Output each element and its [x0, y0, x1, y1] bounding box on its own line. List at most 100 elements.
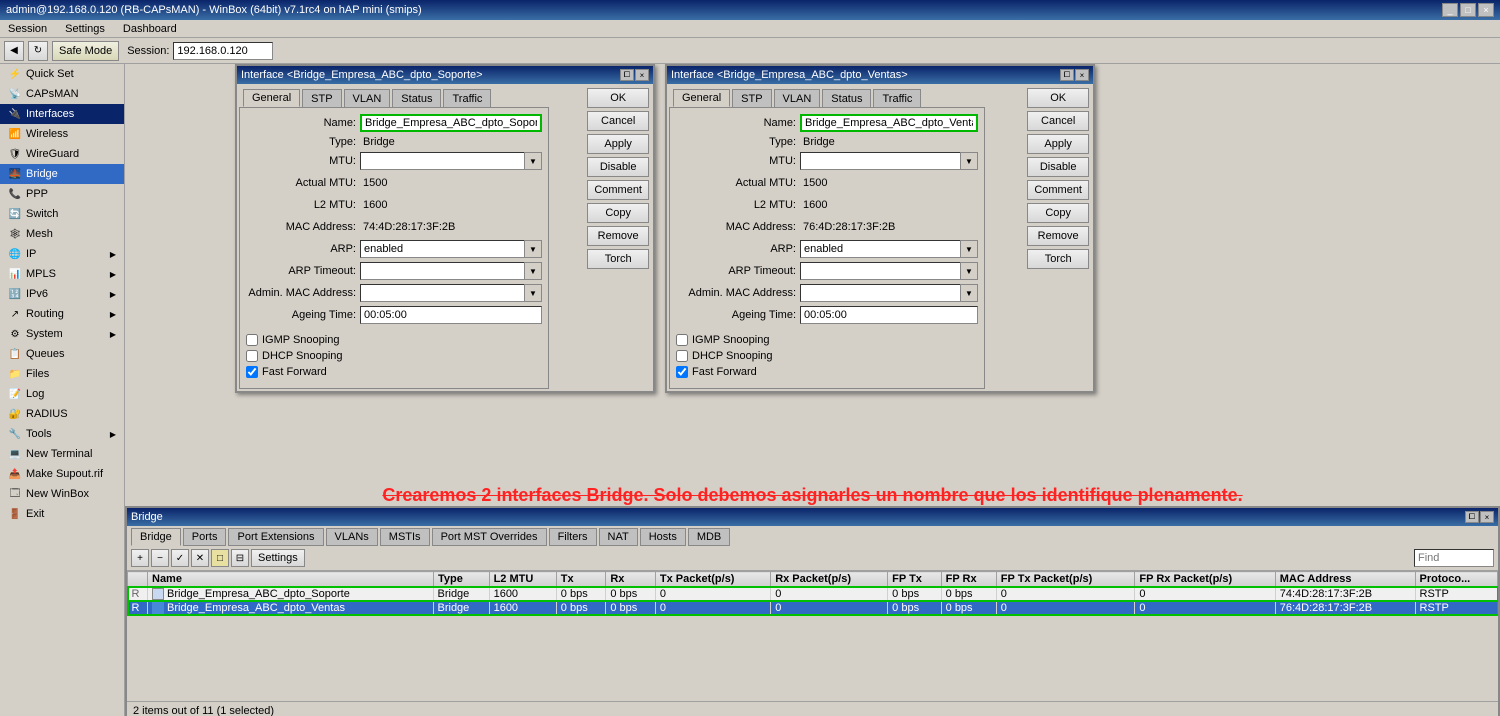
bridge-copy-button[interactable]: □ — [211, 549, 229, 567]
dialog1-dhcp-checkbox[interactable] — [246, 350, 258, 362]
sidebar-item-capsman[interactable]: 📡 CAPsMAN — [0, 84, 124, 104]
dialog1-disable-button[interactable]: Disable — [587, 157, 649, 177]
sidebar-item-ppp[interactable]: 📞 PPP — [0, 184, 124, 204]
dialog1-tab-vlan[interactable]: VLAN — [344, 89, 391, 107]
bridge-tab-bridge[interactable]: Bridge — [131, 528, 181, 546]
dialog2-disable-button[interactable]: Disable — [1027, 157, 1089, 177]
back-button[interactable]: ◀ — [4, 41, 24, 61]
sidebar-item-log[interactable]: 📝 Log — [0, 384, 124, 404]
dialog2-copy-button[interactable]: Copy — [1027, 203, 1089, 223]
sidebar-item-mesh[interactable]: 🕸 Mesh — [0, 224, 124, 244]
title-bar-buttons[interactable]: _ □ × — [1442, 3, 1494, 17]
dialog1-igmp-checkbox[interactable] — [246, 334, 258, 346]
dialog2-arp-input[interactable] — [800, 240, 978, 258]
dialog1-l2mtu-input[interactable] — [360, 196, 542, 214]
sidebar-item-radius[interactable]: 🔐 RADIUS — [0, 404, 124, 424]
bridge-close-button[interactable]: × — [1480, 511, 1494, 523]
bridge-filter-button[interactable]: ⊟ — [231, 549, 249, 567]
sidebar-item-ip[interactable]: 🌐 IP ▶ — [0, 244, 124, 264]
dialog1-comment-button[interactable]: Comment — [587, 180, 649, 200]
sidebar-item-ipv6[interactable]: 🔢 IPv6 ▶ — [0, 284, 124, 304]
bridge-add-button[interactable]: + — [131, 549, 149, 567]
bridge-restore-button[interactable]: ⧠ — [1465, 511, 1479, 523]
dialog1-ageing-input[interactable] — [360, 306, 542, 324]
dialog2-mtu-input[interactable] — [800, 152, 978, 170]
dialog1-adminmac-dropdown[interactable]: ▼ — [524, 284, 542, 302]
dialog1-actualmtu-input[interactable] — [360, 174, 542, 192]
menu-session[interactable]: Session — [4, 23, 51, 35]
dialog2-arptimeout-input[interactable] — [800, 262, 978, 280]
sidebar-item-routing[interactable]: ↗ Routing ▶ — [0, 304, 124, 324]
sidebar-item-system[interactable]: ⚙ System ▶ — [0, 324, 124, 344]
bridge-tab-ports[interactable]: Ports — [183, 528, 227, 546]
dialog2-adminmac-dropdown[interactable]: ▼ — [960, 284, 978, 302]
session-input[interactable] — [173, 42, 273, 60]
dialog2-torch-button[interactable]: Torch — [1027, 249, 1089, 269]
dialog2-restore-button[interactable]: ⧠ — [1060, 69, 1074, 81]
dialog1-arp-dropdown[interactable]: ▼ — [524, 240, 542, 258]
dialog2-tab-traffic[interactable]: Traffic — [873, 89, 921, 107]
maximize-button[interactable]: □ — [1460, 3, 1476, 17]
dialog2-ageing-input[interactable] — [800, 306, 978, 324]
bridge-tab-mdb[interactable]: MDB — [688, 528, 730, 546]
dialog2-actualmtu-input[interactable] — [800, 174, 978, 192]
dialog2-cancel-button[interactable]: Cancel — [1027, 111, 1089, 131]
dialog2-tab-stp[interactable]: STP — [732, 89, 771, 107]
dialog2-name-input[interactable] — [800, 114, 978, 132]
sidebar-item-newwinbox[interactable]: 🗔 New WinBox — [0, 484, 124, 504]
dialog2-title-buttons[interactable]: ⧠ × — [1060, 69, 1089, 81]
dialog2-mac-input[interactable] — [800, 218, 978, 236]
sidebar-item-interfaces[interactable]: 🔌 Interfaces — [0, 104, 124, 124]
dialog1-tab-status[interactable]: Status — [392, 89, 441, 107]
sidebar-item-bridge[interactable]: 🌉 Bridge — [0, 164, 124, 184]
dialog1-fastforward-checkbox[interactable] — [246, 366, 258, 378]
dialog1-adminmac-input[interactable] — [360, 284, 542, 302]
bridge-tab-vlans[interactable]: VLANs — [326, 528, 378, 546]
bridge-tab-hosts[interactable]: Hosts — [640, 528, 686, 546]
minimize-button[interactable]: _ — [1442, 3, 1458, 17]
dialog2-tab-status[interactable]: Status — [822, 89, 871, 107]
dialog2-dhcp-checkbox[interactable] — [676, 350, 688, 362]
dialog2-tab-vlan[interactable]: VLAN — [774, 89, 821, 107]
dialog1-arptimeout-dropdown[interactable]: ▼ — [524, 262, 542, 280]
sidebar-item-makesupout[interactable]: 📤 Make Supout.rif — [0, 464, 124, 484]
bridge-tab-portmstoverrides[interactable]: Port MST Overrides — [432, 528, 547, 546]
dialog2-remove-button[interactable]: Remove — [1027, 226, 1089, 246]
bridge-delete-button[interactable]: ✕ — [191, 549, 209, 567]
bridge-edit-button[interactable]: ✓ — [171, 549, 189, 567]
sidebar-item-mpls[interactable]: 📊 MPLS ▶ — [0, 264, 124, 284]
sidebar-item-exit[interactable]: 🚪 Exit — [0, 504, 124, 524]
sidebar-item-newterminal[interactable]: 💻 New Terminal — [0, 444, 124, 464]
bridge-tab-nat[interactable]: NAT — [599, 528, 638, 546]
bridge-remove-button[interactable]: − — [151, 549, 169, 567]
sidebar-item-wireguard[interactable]: 🛡 WireGuard — [0, 144, 124, 164]
table-row[interactable]: R Bridge_Empresa_ABC_dpto_Ventas Bridge … — [128, 601, 1498, 615]
dialog2-fastforward-checkbox[interactable] — [676, 366, 688, 378]
bridge-tab-portextensions[interactable]: Port Extensions — [228, 528, 323, 546]
bridge-find-input[interactable] — [1414, 549, 1494, 567]
dialog2-tab-general[interactable]: General — [673, 89, 730, 107]
sidebar-item-quickset[interactable]: ⚡ Quick Set — [0, 64, 124, 84]
dialog1-arptimeout-input[interactable] — [360, 262, 542, 280]
dialog1-mtu-dropdown[interactable]: ▼ — [524, 152, 542, 170]
dialog2-apply-button[interactable]: Apply — [1027, 134, 1089, 154]
dialog2-comment-button[interactable]: Comment — [1027, 180, 1089, 200]
dialog1-tab-traffic[interactable]: Traffic — [443, 89, 491, 107]
dialog1-close-button[interactable]: × — [635, 69, 649, 81]
bridge-tab-filters[interactable]: Filters — [549, 528, 597, 546]
bridge-window-title-buttons[interactable]: ⧠ × — [1465, 511, 1494, 523]
sidebar-item-files[interactable]: 📁 Files — [0, 364, 124, 384]
dialog1-ok-button[interactable]: OK — [587, 88, 649, 108]
close-button[interactable]: × — [1478, 3, 1494, 17]
dialog1-copy-button[interactable]: Copy — [587, 203, 649, 223]
dialog2-arp-dropdown[interactable]: ▼ — [960, 240, 978, 258]
menu-settings[interactable]: Settings — [61, 23, 109, 35]
dialog1-mac-input[interactable] — [360, 218, 542, 236]
bridge-tab-mstis[interactable]: MSTIs — [380, 528, 430, 546]
table-row[interactable]: R Bridge_Empresa_ABC_dpto_Soporte Bridge… — [128, 587, 1498, 602]
dialog1-tab-stp[interactable]: STP — [302, 89, 341, 107]
dialog1-tab-general[interactable]: General — [243, 89, 300, 107]
sidebar-item-tools[interactable]: 🔧 Tools ▶ — [0, 424, 124, 444]
dialog1-name-input[interactable] — [360, 114, 542, 132]
dialog1-title-buttons[interactable]: ⧠ × — [620, 69, 649, 81]
